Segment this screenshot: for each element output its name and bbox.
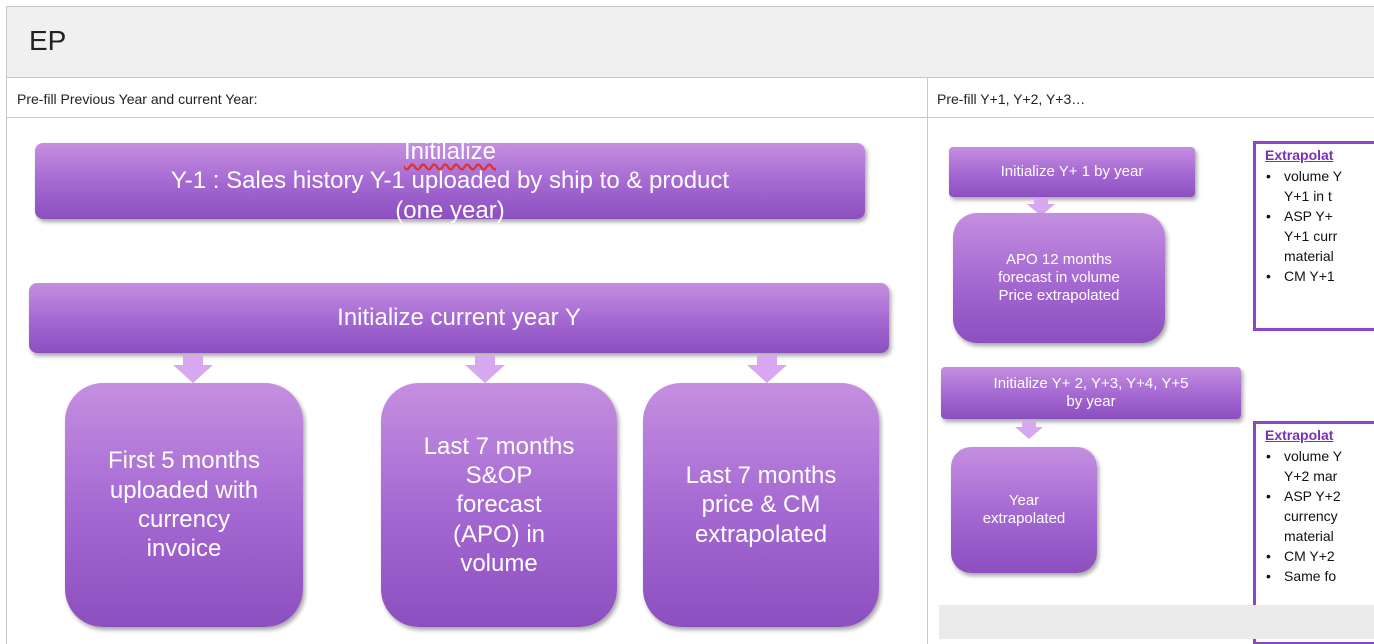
box3-line: Last 7 months xyxy=(685,462,837,490)
year-box-line: Year xyxy=(1008,491,1040,509)
panel2-item: ASP Y+2 xyxy=(1262,486,1342,506)
apo-box-line: forecast in volume xyxy=(998,268,1120,286)
panel2-item: material xyxy=(1284,528,1334,544)
panel1-item: Y+1 in t xyxy=(1284,188,1332,204)
box1-line: invoice xyxy=(146,535,222,563)
init-current-year-box: Initialize current year Y xyxy=(29,283,889,353)
box1-line: uploaded with xyxy=(109,476,259,504)
year-box-line: extrapolated xyxy=(982,510,1066,527)
header-divider xyxy=(7,117,1374,118)
init-y-plus-2-5-box: Initialize Y+ 2, Y+3, Y+4, Y+5 by year xyxy=(941,367,1241,419)
title-bar: EP xyxy=(7,7,1374,78)
panel1-item: volume Y xyxy=(1262,166,1342,186)
first-5-months-box: First 5 months uploaded with currency in… xyxy=(65,383,303,627)
init-y-plus-1-label: Initialize Y+ 1 by year xyxy=(1000,162,1144,180)
right-column-header: Pre-fill Y+1, Y+2, Y+3… xyxy=(937,91,1086,107)
arrow-down-icon xyxy=(1015,421,1043,441)
extrapolation-panel-y1: Extrapolat volume Y Y+1 in t ASP Y+ Y+1 … xyxy=(1253,141,1374,331)
arrow-down-icon xyxy=(747,355,787,385)
page-title: EP xyxy=(29,25,67,56)
box2-line: Last 7 months xyxy=(423,432,575,460)
panel2-item: volume Y xyxy=(1262,446,1342,466)
init-y-plus-2-line1: Initialize Y+ 2, Y+3, Y+4, Y+5 xyxy=(993,374,1189,392)
panel1-item: ASP Y+ xyxy=(1262,206,1342,226)
last-7-months-forecast-box: Last 7 months S&OP forecast (APO) in vol… xyxy=(381,383,617,627)
init-y-minus-1-line1: Y-1 : Sales history Y-1 uploaded by ship… xyxy=(170,167,730,195)
box2-line: forecast xyxy=(456,491,542,519)
box2-line: (APO) in xyxy=(452,520,545,548)
box2-line: volume xyxy=(460,549,538,577)
box3-line: extrapolated xyxy=(694,520,828,548)
init-current-year-label: Initialize current year Y xyxy=(337,304,581,332)
panel1-item: material xyxy=(1284,248,1334,264)
panel2-list: volume Y Y+2 mar ASP Y+2 currency materi… xyxy=(1262,446,1342,586)
init-y-plus-2-line2: by year xyxy=(1066,393,1116,410)
apo-box-line: APO 12 months xyxy=(1006,250,1112,268)
panel2-item: CM Y+2 xyxy=(1262,546,1342,566)
box1-line: currency xyxy=(137,506,230,533)
init-y-minus-1-box: Initilalize Y-1 : Sales history Y-1 uplo… xyxy=(35,138,865,224)
panel2-item: Y+2 mar xyxy=(1284,468,1338,484)
panel2-item: currency xyxy=(1284,508,1338,524)
init-y-plus-1-box: Initialize Y+ 1 by year xyxy=(949,147,1195,197)
gray-strip xyxy=(939,605,1374,639)
panel2-title: Extrapolat xyxy=(1265,427,1334,443)
arrow-down-icon xyxy=(173,355,213,385)
apo-12-months-box: APO 12 months forecast in volume Price e… xyxy=(953,213,1165,343)
panel1-item: Y+1 curr xyxy=(1284,228,1338,244)
apo-box-line: Price extrapolated xyxy=(998,287,1120,305)
last-7-months-price-box: Last 7 months price & CM extrapolated xyxy=(643,383,879,627)
initilalize-word: Initilalize xyxy=(403,138,497,166)
arrow-down-icon xyxy=(465,355,505,385)
left-column-header: Pre-fill Previous Year and current Year: xyxy=(17,91,258,107)
panel2-item: Same fo xyxy=(1262,566,1342,586)
box2-line: S&OP xyxy=(465,462,533,490)
column-divider xyxy=(927,77,928,644)
init-y-minus-1-line2: (one year) xyxy=(395,196,505,224)
panel1-list: volume Y Y+1 in t ASP Y+ Y+1 curr materi… xyxy=(1262,166,1342,286)
box1-line: First 5 months xyxy=(107,447,261,475)
panel1-item: CM Y+1 xyxy=(1262,266,1342,286)
year-extrapolated-box: Year extrapolated xyxy=(951,447,1097,573)
box3-line: price & CM xyxy=(701,491,821,519)
page-frame: EP Pre-fill Previous Year and current Ye… xyxy=(6,6,1374,644)
panel1-title: Extrapolat xyxy=(1265,147,1334,163)
